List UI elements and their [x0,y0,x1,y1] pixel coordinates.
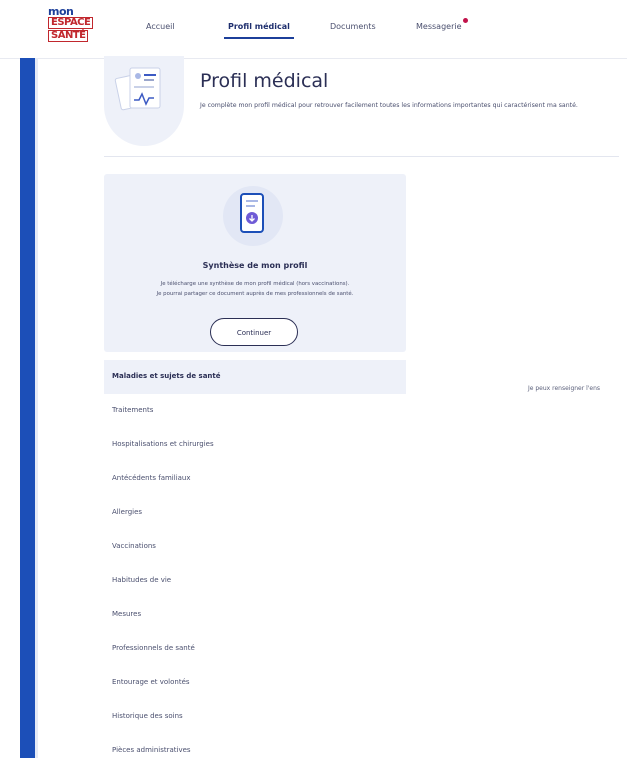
logo-line-mon: mon [48,5,74,18]
card-description: Je télécharge une synthèse de mon profil… [114,279,396,299]
main-nav: Accueil Profil médical Documents Message… [0,18,627,40]
menu-item-mesures[interactable]: Mesures [104,598,406,632]
menu-item-pieces[interactable]: Pièces administratives [104,734,406,768]
unread-badge-dot [462,18,468,23]
nav-accueil[interactable]: Accueil [146,22,175,31]
menu-item-label: Entourage et volontés [112,678,190,686]
menu-item-maladies[interactable]: Maladies et sujets de santé [104,360,406,394]
document-download-icon [223,186,283,246]
content-hint-text: Je peux renseigner l'ens [528,385,601,392]
card-title: Synthèse de mon profil [202,261,308,270]
menu-item-entourage[interactable]: Entourage et volontés [104,666,406,700]
nav-messagerie-label: Messagerie [416,22,462,31]
medical-documents-icon [114,67,161,111]
menu-item-label: Habitudes de vie [112,576,172,584]
medical-profile-illustration [104,56,184,146]
menu-item-label: Mesures [112,610,142,618]
card-text-line-1: Je télécharge une synthèse de mon profil… [160,281,350,287]
menu-item-traitements[interactable]: Traitements [104,394,406,428]
document-download-illustration [221,184,285,248]
page-subtitle: Je complète mon profil médical pour retr… [200,102,578,109]
card-text-line-2: Je pourrai partager ce document auprès d… [156,291,354,297]
top-navigation-bar: mon ESPACE SANTÉ Accueil Profil médical … [0,0,627,59]
nav-messagerie[interactable]: Messagerie [416,18,468,31]
menu-item-historique[interactable]: Historique des soins [104,700,406,734]
menu-item-label: Hospitalisations et chirurgies [112,440,214,448]
menu-item-antecedents[interactable]: Antécédents familiaux [104,462,406,496]
menu-item-label: Traitements [112,406,154,414]
menu-item-label: Historique des soins [112,712,183,720]
continue-button[interactable]: Continuer [210,318,298,346]
page-title: Profil médical [200,70,329,92]
header-divider [104,156,619,157]
menu-item-label: Allergies [112,508,143,516]
menu-item-professionnels[interactable]: Professionnels de santé [104,632,406,666]
menu-item-label: Professionnels de santé [112,644,195,652]
menu-item-label: Vaccinations [112,542,156,550]
profile-summary-card: Synthèse de mon profil Je télécharge une… [104,174,406,352]
left-rail [20,58,38,758]
menu-item-allergies[interactable]: Allergies [104,496,406,530]
menu-item-vaccinations[interactable]: Vaccinations [104,530,406,564]
menu-item-label: Maladies et sujets de santé [112,372,221,380]
menu-item-label: Pièces administratives [112,746,191,754]
menu-item-label: Antécédents familiaux [112,474,191,482]
menu-item-hospitalisations[interactable]: Hospitalisations et chirurgies [104,428,406,462]
nav-profil-medical[interactable]: Profil médical [224,22,294,39]
menu-item-habitudes[interactable]: Habitudes de vie [104,564,406,598]
nav-documents[interactable]: Documents [330,22,376,31]
